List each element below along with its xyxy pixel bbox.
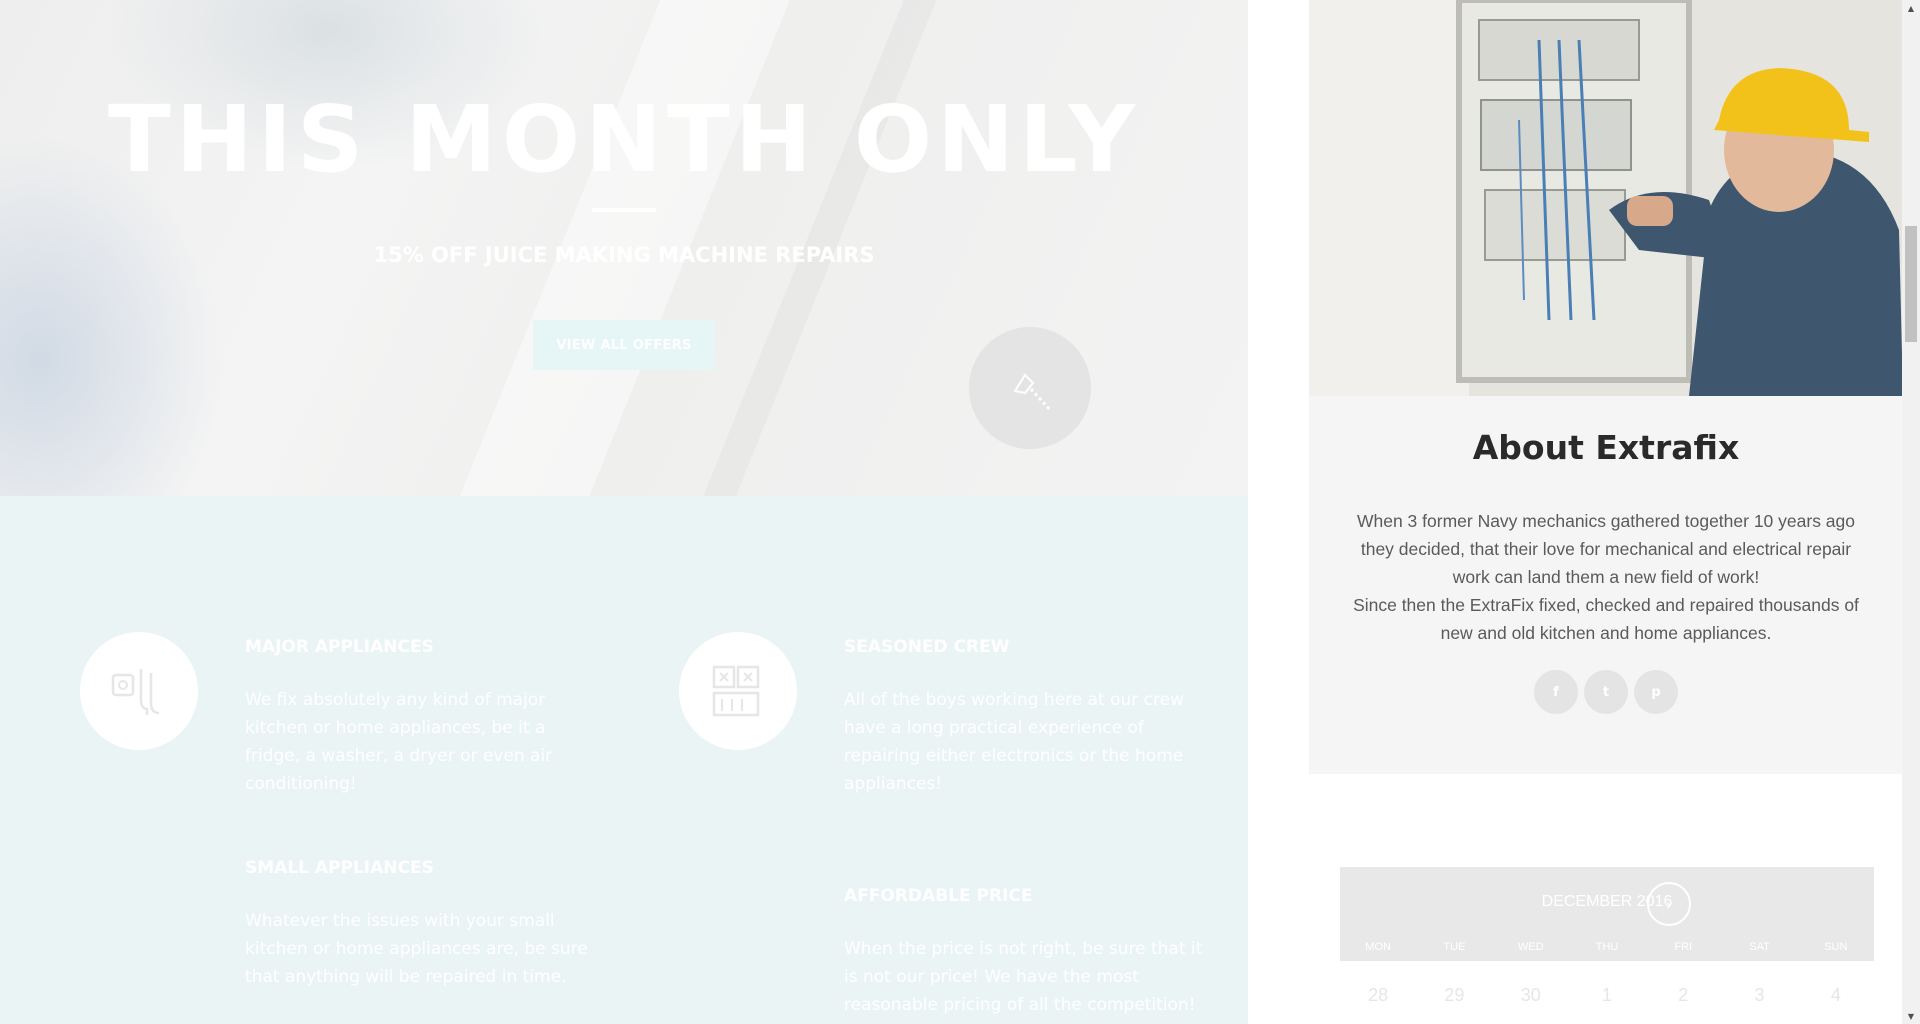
about-title: About Extrafix [1472,428,1740,467]
control-panel-icon [679,632,797,750]
calendar-weekdays: MON TUE WED THU FRI SAT SUN [1340,941,1874,953]
chevron-right-icon: › [1665,894,1673,914]
calendar-date[interactable]: 3 [1721,985,1797,1006]
weekday-label: SAT [1749,941,1770,953]
weekday-label: SUN [1824,941,1848,953]
calendar-next-button[interactable]: › [1647,882,1691,926]
social-links: f t p [1309,670,1903,714]
electrician-photo [1309,0,1903,396]
page-scrollbar[interactable]: ▲ ▼ [1902,0,1920,1024]
promo-hero: THIS MONTH ONLY 15% OFF JUICE MAKING MAC… [0,0,1248,496]
about-paragraph: When 3 former Navy mechanics gathered to… [1356,511,1856,587]
calendar-widget: DECEMBER 2016 › MON TUE WED THU FRI SAT … [1340,867,1874,1024]
feature-title: SEASONED CREW [844,637,1010,657]
electrician-photo-illustration [1309,0,1903,396]
appliance-plug-icon [80,632,198,750]
twitter-icon: t [1602,684,1610,700]
calendar-date[interactable]: 30 [1493,985,1569,1006]
calendar-month-label: DECEMBER 2016 [1541,893,1673,910]
hero-divider [592,208,656,212]
feature-text: We fix absolutely any kind of major kitc… [245,690,553,794]
calendar-date[interactable]: 29 [1416,985,1492,1006]
feature-text: When the price is not right, be sure tha… [844,939,1203,1015]
scroll-up-arrow-icon[interactable]: ▲ [1902,0,1920,16]
feature-text: All of the boys working here at our crew… [844,690,1185,794]
calendar-dates-row: 28 29 30 1 2 3 4 [1340,985,1874,1006]
about-description: When 3 former Navy mechanics gathered to… [1345,507,1867,647]
twitter-button[interactable]: t [1584,670,1628,714]
calendar-date[interactable]: 28 [1340,985,1416,1006]
facebook-button[interactable]: f [1534,670,1578,714]
feature-title: SMALL APPLIANCES [245,858,434,878]
main-content: THIS MONTH ONLY 15% OFF JUICE MAKING MAC… [0,0,1248,1024]
view-all-offers-button[interactable]: VIEW ALL OFFERS [533,320,715,370]
weekday-label: THU [1595,941,1619,953]
scroll-down-arrow-icon[interactable]: ▼ [1902,1008,1920,1024]
drill-icon [1013,373,1053,413]
calendar-header: DECEMBER 2016 › MON TUE WED THU FRI SAT … [1340,867,1874,961]
pinterest-icon: p [1651,684,1661,700]
feature-text: Whatever the issues with your small kitc… [245,911,588,987]
weekday-label: FRI [1674,941,1693,953]
weekday-label: WED [1517,941,1544,953]
weekday-label: MON [1365,941,1391,953]
hero-title: THIS MONTH ONLY [108,86,1140,193]
weekday-label: TUE [1443,941,1466,953]
facebook-icon: f [1553,684,1559,700]
about-paragraph: Since then the ExtraFix fixed, checked a… [1353,595,1859,643]
about-widget: About Extrafix When 3 former Navy mechan… [1309,0,1903,774]
hero-decorative-circle [969,327,1091,449]
calendar-date[interactable]: 2 [1645,985,1721,1006]
feature-title: MAJOR APPLIANCES [245,637,434,657]
sidebar: About Extrafix When 3 former Navy mechan… [1248,0,1903,1024]
calendar-date[interactable]: 1 [1569,985,1645,1006]
hero-subtitle: 15% OFF JUICE MAKING MACHINE REPAIRS [373,243,875,267]
pinterest-button[interactable]: p [1634,670,1678,714]
calendar-date[interactable]: 4 [1798,985,1874,1006]
control-panel-icon [712,665,760,717]
scrollbar-thumb[interactable] [1905,226,1917,342]
feature-title: AFFORDABLE PRICE [844,886,1033,906]
appliance-plug-icon [111,669,160,715]
features-section: MAJOR APPLIANCES We fix absolutely any k… [0,496,1248,1024]
